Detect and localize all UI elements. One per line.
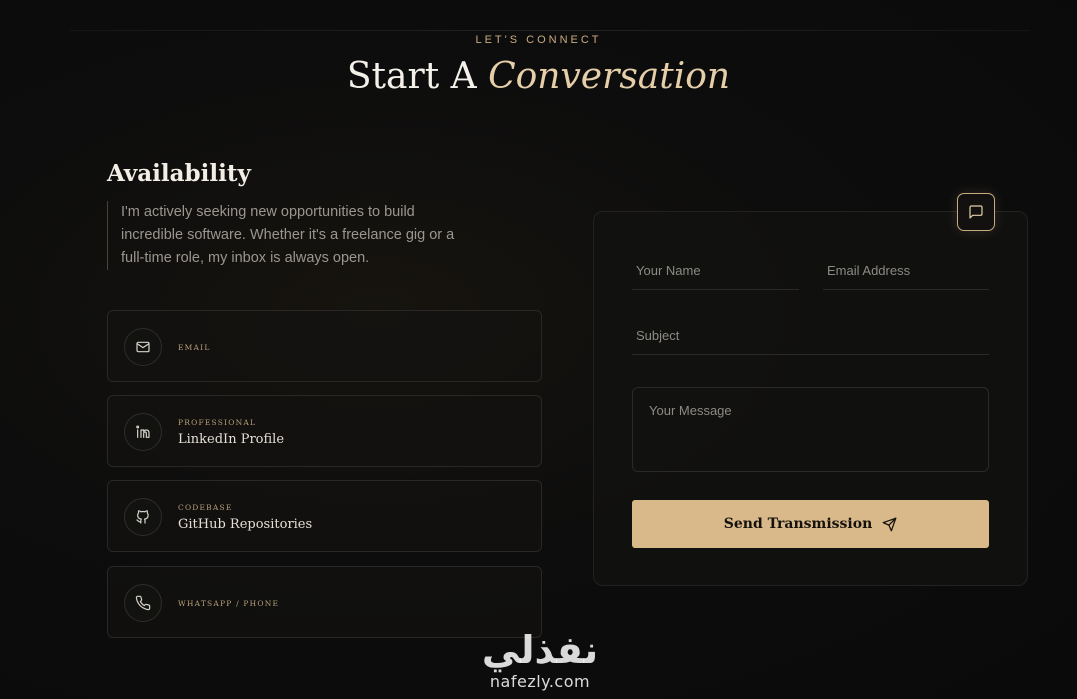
watermark-logo: نفذلي nafezly.com bbox=[470, 628, 610, 698]
contact-type: WHATSAPP / PHONE bbox=[178, 599, 280, 608]
section-eyebrow: LET'S CONNECT bbox=[475, 34, 602, 46]
github-icon bbox=[124, 498, 162, 536]
send-transmission-button[interactable]: Send Transmission bbox=[632, 500, 989, 548]
watermark-url: nafezly.com bbox=[489, 672, 591, 691]
message-textarea[interactable] bbox=[632, 387, 989, 472]
availability-text: I'm actively seeking new opportunities t… bbox=[107, 201, 477, 270]
contact-card-github[interactable]: CODEBASE GitHub Repositories bbox=[107, 480, 542, 552]
email-input[interactable] bbox=[823, 252, 989, 290]
availability-title: Availability bbox=[107, 160, 251, 187]
title-main: Start A bbox=[346, 56, 477, 97]
subject-input[interactable] bbox=[632, 317, 989, 355]
contact-value: GitHub Repositories bbox=[178, 517, 313, 532]
name-input[interactable] bbox=[632, 252, 799, 290]
title-accent: Conversation bbox=[488, 56, 731, 97]
message-square-icon bbox=[957, 193, 995, 231]
contact-card-linkedin[interactable]: PROFESSIONAL LinkedIn Profile bbox=[107, 395, 542, 467]
contact-type: CODEBASE bbox=[178, 503, 233, 512]
contact-card-email[interactable]: EMAIL bbox=[107, 310, 542, 382]
page-title: Start A Conversation bbox=[0, 56, 1077, 97]
contact-type: PROFESSIONAL bbox=[178, 418, 257, 427]
phone-icon bbox=[124, 584, 162, 622]
linkedin-icon bbox=[124, 413, 162, 451]
contact-value: LinkedIn Profile bbox=[178, 432, 285, 447]
top-divider bbox=[70, 30, 1030, 31]
send-icon bbox=[882, 517, 897, 531]
send-button-label: Send Transmission bbox=[723, 516, 873, 532]
contact-type: EMAIL bbox=[178, 343, 211, 352]
watermark-arabic: نفذلي bbox=[481, 628, 599, 672]
mail-icon bbox=[124, 328, 162, 366]
